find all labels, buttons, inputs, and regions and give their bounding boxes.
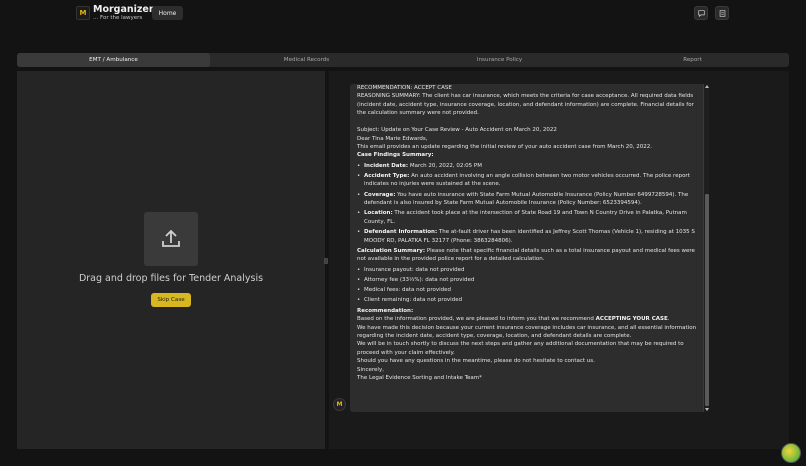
assistant-message: RECOMMENDATION: ACCEPT CASE REASONING SU… [350,84,709,412]
list-item: Attorney fee (33⅓%): data not provided [357,276,698,285]
findings-title: Case Findings Summary: [357,152,434,159]
list-item: Coverage: You have auto insurance with S… [357,191,698,208]
message-scrollbar[interactable] [703,84,709,412]
tab-emt-ambulance[interactable]: EMT / Ambulance [17,53,210,67]
list-item: Insurance payout: data not provided [357,266,698,275]
list-item: Incident Date: March 20, 2022, 02:05 PM [357,162,698,171]
reasoning-summary: REASONING SUMMARY: The client has car in… [357,93,694,117]
findings-list: Incident Date: March 20, 2022, 02:05 PM … [357,162,698,245]
calculation-summary: Calculation Summary: Please note that sp… [357,247,695,263]
email-subject: Subject: Update on Your Case Review - Au… [357,127,557,134]
brand-name: Morganizer [93,4,154,15]
chat-icon[interactable] [694,6,708,20]
signature: The Legal Evidence Sorting and Intake Te… [357,374,482,381]
home-button[interactable]: Home [152,6,183,20]
upload-dropzone[interactable] [144,212,198,266]
list-item: Accident Type: An auto accident involvin… [357,172,698,189]
skip-case-button[interactable]: Skip Case [151,293,191,307]
signoff: Sincerely, [357,366,384,373]
drop-instructions: Drag and drop files for Tender Analysis [78,273,264,284]
scroll-thumb[interactable] [705,194,709,406]
top-bar: M Morganizer ... For the lawyers Home [0,0,806,30]
tab-bar: EMT / Ambulance Medical Records Insuranc… [17,53,789,67]
list-item: Client remaining: data not provided [357,296,698,305]
contact-paragraph: Should you have any questions in the mea… [357,358,595,365]
message-content: RECOMMENDATION: ACCEPT CASE REASONING SU… [357,84,698,382]
email-greeting: Dear Tina Marie Edwards, [357,135,428,142]
recommendation-paragraph: Based on the information provided, we ar… [357,316,670,323]
logo: M [76,6,90,20]
document-icon[interactable] [715,6,729,20]
assistant-launcher-icon[interactable] [781,443,801,463]
list-item: Location: The accident took place at the… [357,209,698,226]
recommendation-line: RECOMMENDATION: ACCEPT CASE [357,85,452,91]
tab-report[interactable]: Report [596,53,789,67]
upload-icon [162,229,180,247]
brand-tagline: ... For the lawyers [93,15,143,21]
tab-medical-records[interactable]: Medical Records [210,53,403,67]
assistant-avatar: M [333,398,346,411]
tab-insurance-policy[interactable]: Insurance Policy [403,53,596,67]
list-item: Medical fees: data not provided [357,286,698,295]
scroll-down-icon[interactable] [705,408,709,411]
next-steps-paragraph: We will be in touch shortly to discuss t… [357,341,684,356]
recommendation-title: Recommendation: [357,307,414,314]
list-item: Defendant Information: The at-fault driv… [357,228,698,245]
calculation-list: Insurance payout: data not provided Atto… [357,266,698,306]
decision-paragraph: We have made this decision because your … [357,324,697,339]
upload-panel[interactable]: Drag and drop files for Tender Analysis … [17,71,325,449]
panel-resize-handle[interactable] [324,258,328,264]
email-intro: This email provides an update regarding … [357,144,652,151]
scroll-up-icon[interactable] [705,85,709,88]
